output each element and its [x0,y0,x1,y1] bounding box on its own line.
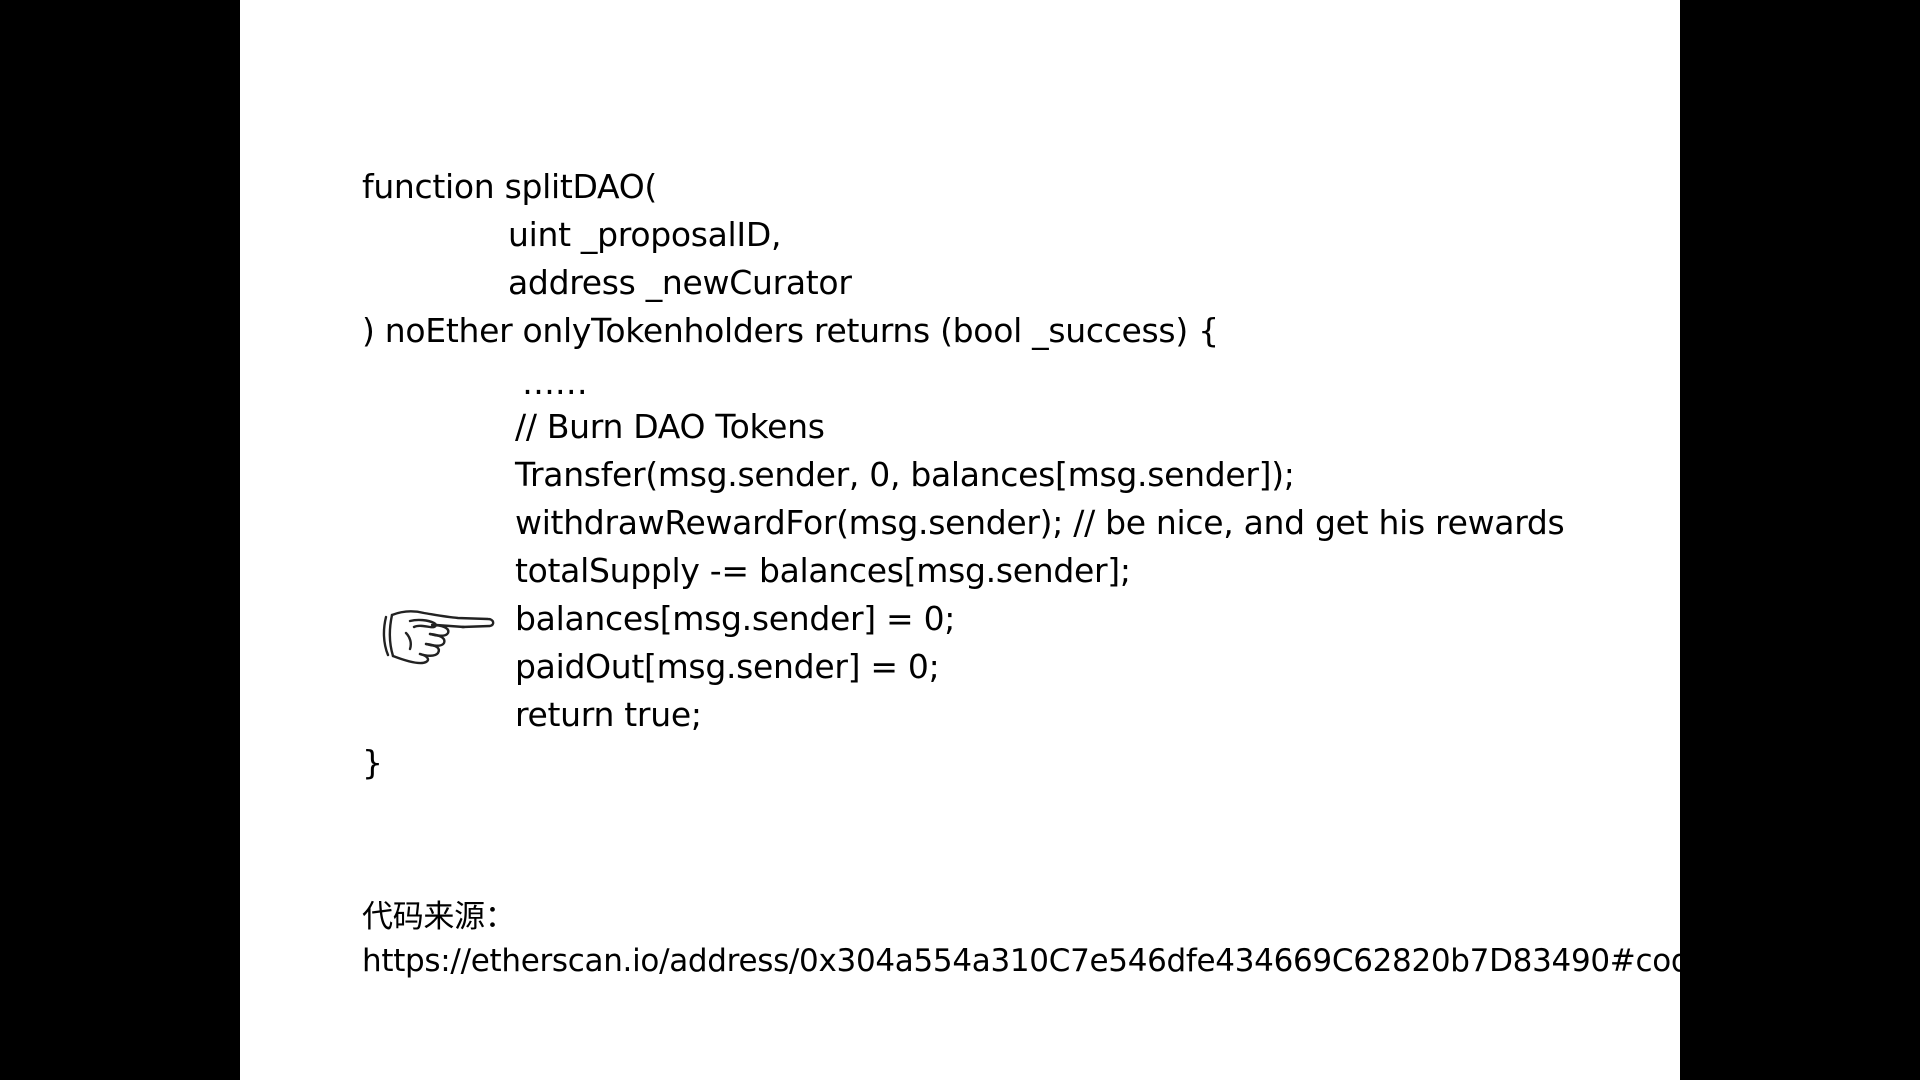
code-line-modifiers: ) noEther onlyTokenholders returns (bool… [362,311,1219,350]
screen: function splitDAO( uint _proposalID, add… [0,0,1920,1080]
code-line-ellipsis: …… [522,363,588,402]
presentation-slide: function splitDAO( uint _proposalID, add… [240,0,1680,1080]
source-label: 代码来源： [362,899,516,935]
code-line-return: return true; [515,695,702,734]
code-line-withdraw-reward: withdrawRewardFor(msg.sender); // be nic… [515,503,1565,542]
source-url: https://etherscan.io/address/0x304a554a3… [362,943,1680,979]
code-line-closing-brace: } [362,743,383,782]
code-line-param-proposal-id: uint _proposalID, [508,215,782,254]
code-line-param-new-curator: address _newCurator [508,263,852,302]
pointing-hand-icon [382,610,495,665]
code-line-total-supply: totalSupply -= balances[msg.sender]; [515,551,1131,590]
code-line-comment-burn: // Burn DAO Tokens [515,407,825,446]
code-line-balances-reset: balances[msg.sender] = 0; [515,599,956,638]
code-line-paidout-reset: paidOut[msg.sender] = 0; [515,647,940,686]
code-line-transfer: Transfer(msg.sender, 0, balances[msg.sen… [515,455,1295,494]
code-line-function-signature: function splitDAO( [362,167,657,206]
